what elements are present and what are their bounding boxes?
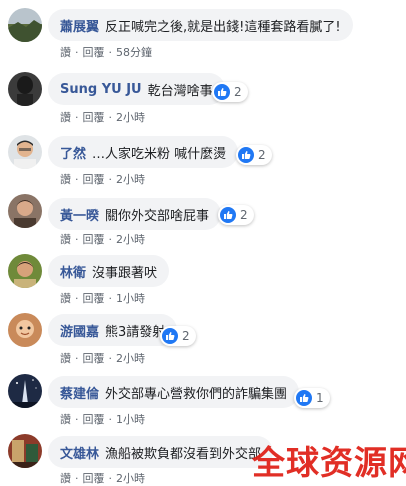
comment-bubble: 了然 …人家吃米粉 喊什麼燙 <box>48 136 239 168</box>
reaction-number: 1 <box>316 391 324 405</box>
avatar[interactable] <box>8 194 42 228</box>
thumbs-up-icon <box>214 84 230 100</box>
like-link[interactable]: 讚 <box>60 472 71 485</box>
comment-time[interactable]: 1小時 <box>116 413 145 426</box>
like-link[interactable]: 讚 <box>60 173 71 186</box>
reaction-number: 2 <box>240 208 248 222</box>
comment-actions: 讚 · 回覆 · 1小時 <box>60 292 145 305</box>
comment-time[interactable]: 2小時 <box>116 233 145 246</box>
comment-actions: 讚 · 回覆 · 2小時 <box>60 233 145 246</box>
reply-link[interactable]: 回覆 <box>83 472 105 485</box>
reaction-count[interactable]: 1 <box>294 388 330 408</box>
reply-link[interactable]: 回覆 <box>83 292 105 305</box>
avatar[interactable] <box>8 254 42 288</box>
comment-bubble: 游國嘉 熊3請發射 <box>48 314 178 346</box>
reply-link[interactable]: 回覆 <box>83 173 105 186</box>
comment-actions: 讚 · 回覆 · 2小時 <box>60 173 145 186</box>
reaction-number: 2 <box>234 85 242 99</box>
comment-time[interactable]: 2小時 <box>116 352 145 365</box>
comment-author[interactable]: 蕭展翼 <box>60 16 99 35</box>
comment-time[interactable]: 2小時 <box>116 111 145 124</box>
comment-time[interactable]: 2小時 <box>116 472 145 485</box>
comment-text: 外交部專心營救你們的詐騙集團 <box>105 386 288 402</box>
comment-actions: 讚 · 回覆 · 2小時 <box>60 472 145 485</box>
thumbs-up-icon <box>220 207 236 223</box>
reply-link[interactable]: 回覆 <box>83 46 105 59</box>
like-link[interactable]: 讚 <box>60 292 71 305</box>
thumbs-up-icon <box>238 147 254 163</box>
comment-bubble: Sung YU JU 乾台灣啥事 <box>48 73 225 105</box>
comment-text: 沒事跟著吠 <box>92 265 158 281</box>
comment-actions: 讚 · 回覆 · 2小時 <box>60 352 145 365</box>
avatar[interactable] <box>8 8 42 42</box>
comment-text: 反正喊完之後,就是出錢!這種套路看膩了! <box>105 19 341 35</box>
comment-text: 關你外交部啥屁事 <box>105 208 210 224</box>
comment-author[interactable]: 了然 <box>60 143 86 162</box>
comment-text: …人家吃米粉 喊什麼燙 <box>92 146 227 162</box>
comment-time[interactable]: 1小時 <box>116 292 145 305</box>
comment-author[interactable]: 黃一暌 <box>60 205 99 224</box>
comment-bubble: 林衛 沒事跟著吠 <box>48 255 170 287</box>
avatar[interactable] <box>8 434 42 468</box>
comment-bubble: 文雄林 漁船被欺負都沒看到外交部 <box>48 436 274 468</box>
avatar[interactable] <box>8 313 42 347</box>
comment-author[interactable]: 蔡建倫 <box>60 383 99 402</box>
comment-author[interactable]: 林衛 <box>60 262 86 281</box>
like-link[interactable]: 讚 <box>60 352 71 365</box>
reaction-count[interactable]: 2 <box>212 82 248 102</box>
comment-text: 熊3請發射 <box>105 324 166 340</box>
like-link[interactable]: 讚 <box>60 413 71 426</box>
comment-bubble: 蕭展翼 反正喊完之後,就是出錢!這種套路看膩了! <box>48 9 353 41</box>
thumbs-up-icon <box>296 390 312 406</box>
reaction-number: 2 <box>182 329 190 343</box>
comment-text: 乾台灣啥事 <box>147 83 213 99</box>
comment-actions: 讚 · 回覆 · 58分鐘 <box>60 46 152 59</box>
reaction-count[interactable]: 2 <box>236 145 272 165</box>
like-link[interactable]: 讚 <box>60 233 71 246</box>
comment-text: 漁船被欺負都沒看到外交部 <box>105 446 262 462</box>
comment-actions: 讚 · 回覆 · 1小時 <box>60 413 145 426</box>
watermark: 全球资源网 <box>252 443 406 482</box>
comment-bubble: 蔡建倫 外交部專心營救你們的詐騙集團 <box>48 376 300 408</box>
avatar[interactable] <box>8 72 42 106</box>
comment-time[interactable]: 2小時 <box>116 173 145 186</box>
comment-bubble: 黃一暌 關你外交部啥屁事 <box>48 198 222 230</box>
reaction-count[interactable]: 2 <box>218 205 254 225</box>
like-link[interactable]: 讚 <box>60 46 71 59</box>
reply-link[interactable]: 回覆 <box>83 413 105 426</box>
comment-time[interactable]: 58分鐘 <box>116 46 152 59</box>
reply-link[interactable]: 回覆 <box>83 352 105 365</box>
reply-link[interactable]: 回覆 <box>83 233 105 246</box>
reaction-count[interactable]: 2 <box>160 326 196 346</box>
comment-actions: 讚 · 回覆 · 2小時 <box>60 111 145 124</box>
thumbs-up-icon <box>162 328 178 344</box>
reply-link[interactable]: 回覆 <box>83 111 105 124</box>
comment-author[interactable]: Sung YU JU <box>60 82 142 97</box>
reaction-number: 2 <box>258 148 266 162</box>
like-link[interactable]: 讚 <box>60 111 71 124</box>
avatar[interactable] <box>8 374 42 408</box>
comment-author[interactable]: 游國嘉 <box>60 321 99 340</box>
avatar[interactable] <box>8 135 42 169</box>
comment-author[interactable]: 文雄林 <box>60 443 99 462</box>
